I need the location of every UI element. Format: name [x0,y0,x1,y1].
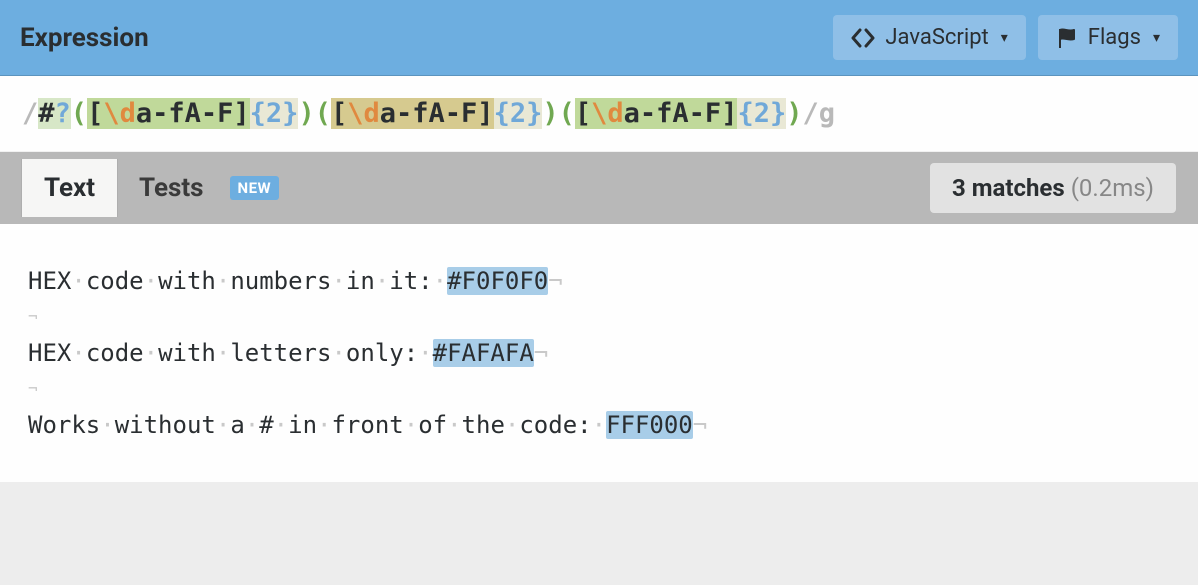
whitespace-marker: · [505,411,519,439]
chevron-down-icon: ▾ [1153,30,1160,46]
whitespace-marker: · [404,411,418,439]
regex-escape: \d [103,98,136,129]
whitespace-marker: · [375,267,389,295]
sample-word: Works [28,411,100,439]
regex-quantifier: {2} [737,98,786,129]
whitespace-marker: · [418,339,432,367]
eol-marker: ¬ [693,411,707,439]
match-count: 3 matches [952,174,1065,202]
sample-word: in [346,267,375,295]
sample-word: numbers [230,267,331,295]
regex-group-close: ) [786,98,802,129]
sample-word: # [259,411,273,439]
regex-range: a-fA-F [136,98,234,129]
tabs-bar: Text Tests NEW 3 matches (0.2ms) [0,152,1198,224]
header-bar: Expression JavaScript ▾ Flags ▾ [0,0,1198,76]
whitespace-marker: · [433,267,447,295]
sample-word: letters [230,339,331,367]
eol-marker: ¬ [534,339,548,367]
sample-line: HEX·code·with·numbers·in·it:·#F0F0F0¬ [28,260,1170,302]
sample-word: HEX [28,339,71,367]
eol-marker: ¬ [548,267,562,295]
whitespace-marker: · [216,339,230,367]
match-time: (0.2ms) [1071,174,1154,202]
flags-label: Flags [1088,25,1141,50]
match-highlight: #F0F0F0 [447,267,548,295]
regex-charclass-open: [ [331,98,347,129]
new-badge: NEW [230,176,280,200]
whitespace-marker: · [317,411,331,439]
language-selector-button[interactable]: JavaScript ▾ [833,15,1025,60]
tabs-left: Text Tests NEW [22,159,279,217]
regex-flags: g [819,98,835,129]
regex-range: a-fA-F [380,98,478,129]
sample-word: it: [389,267,432,295]
regex-expression-input[interactable]: /#?([\da-fA-F]{2})([\da-fA-F]{2})([\da-f… [0,76,1198,152]
sample-word: of [418,411,447,439]
sample-line: Works·without·a·#·in·front·of·the·code:·… [28,404,1170,446]
regex-quantifier: {2} [494,98,543,129]
sample-line: HEX·code·with·letters·only:·#FAFAFA¬ [28,332,1170,374]
match-highlight: FFF000 [606,411,693,439]
sample-word: front [331,411,403,439]
regex-group-open: ( [71,98,87,129]
sample-word: HEX [28,267,71,295]
regex-charclass-close: ] [233,98,249,129]
whitespace-marker: · [71,267,85,295]
whitespace-marker: · [331,339,345,367]
whitespace-marker: · [592,411,606,439]
whitespace-marker: · [71,339,85,367]
flags-selector-button[interactable]: Flags ▾ [1038,15,1178,60]
regex-charclass-close: ] [721,98,737,129]
flag-icon [1056,27,1078,49]
regex-group-close: ) [298,98,314,129]
whitespace-marker: · [447,411,461,439]
regex-group-close: ) [542,98,558,129]
regex-close-delimiter: / [803,98,819,129]
regex-open-delimiter: / [22,98,38,129]
regex-group-open: ( [315,98,331,129]
regex-charclass-close: ] [477,98,493,129]
regex-quantifier-optional: ? [55,98,71,129]
sample-word: a [230,411,244,439]
whitespace-marker: · [245,411,259,439]
chevron-down-icon: ▾ [1001,30,1008,46]
whitespace-marker: · [216,267,230,295]
match-summary[interactable]: 3 matches (0.2ms) [930,163,1176,213]
language-label: JavaScript [885,25,988,50]
sample-word: with [158,267,216,295]
page-title: Expression [20,23,149,53]
sample-word: without [115,411,216,439]
whitespace-marker: · [331,267,345,295]
whitespace-marker: · [100,411,114,439]
sample-word: code [86,339,144,367]
tab-tests-label: Tests [139,173,204,203]
header-controls: JavaScript ▾ Flags ▾ [833,15,1178,60]
regex-charclass-open: [ [575,98,591,129]
tab-text[interactable]: Text [22,159,117,217]
sample-word: only: [346,339,418,367]
regex-charclass-open: [ [87,98,103,129]
tab-tests[interactable]: Tests [117,159,226,217]
match-highlight: #FAFAFA [433,339,534,367]
regex-group-open: ( [559,98,575,129]
whitespace-marker: · [216,411,230,439]
regex-escape: \d [347,98,380,129]
eol-marker: ¬ [28,374,1170,404]
code-icon [851,28,875,48]
eol-marker: ¬ [28,302,1170,332]
regex-range: a-fA-F [624,98,722,129]
regex-literal: # [38,98,54,129]
sample-word: in [288,411,317,439]
sample-word: the [462,411,505,439]
whitespace-marker: · [274,411,288,439]
whitespace-marker: · [144,339,158,367]
sample-word: code [86,267,144,295]
regex-escape: \d [591,98,624,129]
whitespace-marker: · [144,267,158,295]
sample-word: with [158,339,216,367]
sample-word: code: [519,411,591,439]
text-sample-area[interactable]: HEX·code·with·numbers·in·it:·#F0F0F0¬¬HE… [0,224,1198,482]
regex-quantifier: {2} [250,98,299,129]
